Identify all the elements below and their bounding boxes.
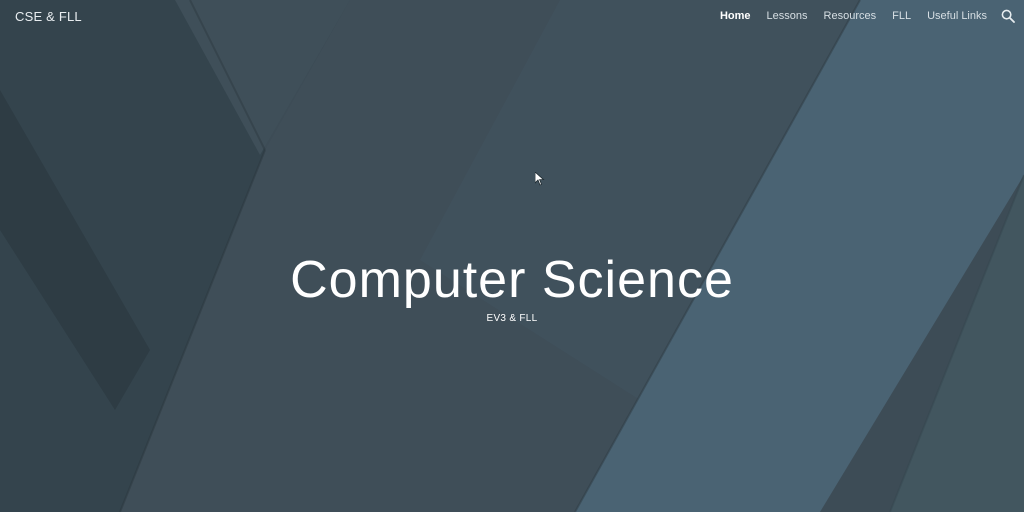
- hero-title: Computer Science: [290, 251, 734, 309]
- mouse-cursor-icon: [535, 172, 545, 186]
- top-navigation-bar: CSE & FLL Home Lessons Resources FLL Use…: [0, 0, 1024, 34]
- search-icon: [1001, 9, 1015, 23]
- site-title[interactable]: CSE & FLL: [15, 9, 82, 24]
- search-button[interactable]: [1001, 9, 1015, 23]
- nav-item-resources[interactable]: Resources: [824, 10, 877, 22]
- nav-item-home[interactable]: Home: [720, 10, 751, 22]
- nav-links: Home Lessons Resources FLL Useful Links: [720, 10, 987, 22]
- nav-item-fll[interactable]: FLL: [892, 10, 911, 22]
- nav-item-lessons[interactable]: Lessons: [767, 10, 808, 22]
- hero-subtitle: EV3 & FLL: [486, 313, 538, 324]
- page: CSE & FLL Home Lessons Resources FLL Use…: [0, 0, 1024, 512]
- nav-item-useful-links[interactable]: Useful Links: [927, 10, 987, 22]
